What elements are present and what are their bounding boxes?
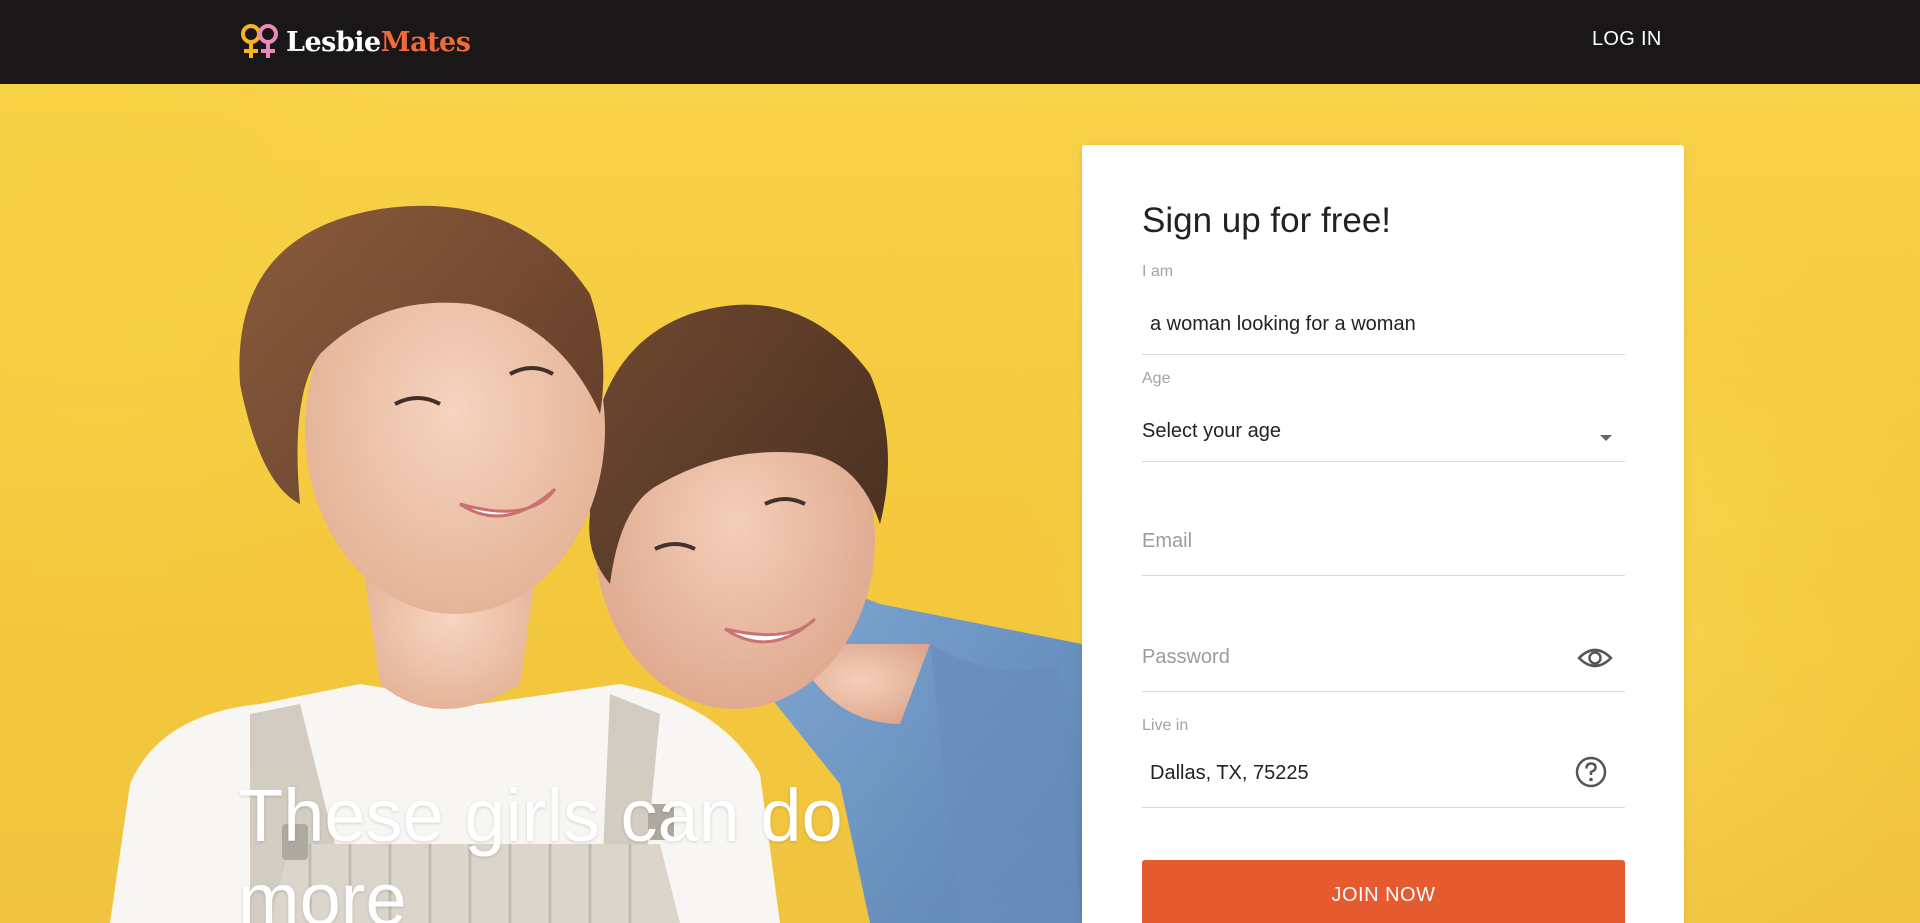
logo-text-mates: Mates <box>380 26 471 58</box>
top-navigation-bar: LesbieMates LOG IN <box>0 0 1920 84</box>
login-link[interactable]: LOG IN <box>1592 28 1662 51</box>
live-in-label: Live in <box>1142 717 1189 734</box>
live-in-value: Dallas, TX, 75225 <box>1150 762 1309 784</box>
age-label: Age <box>1142 370 1171 387</box>
eye-icon[interactable] <box>1577 646 1613 675</box>
email-placeholder: Email <box>1142 530 1193 552</box>
hero-headline: These girls can do more <box>238 774 843 923</box>
password-placeholder: Password <box>1142 646 1230 668</box>
age-value: Select your age <box>1142 420 1281 442</box>
password-field[interactable]: Password <box>1142 596 1625 692</box>
age-select[interactable]: Age Select your age <box>1142 370 1625 462</box>
email-field[interactable]: Email <box>1142 480 1625 576</box>
caret-down-icon <box>1599 429 1613 447</box>
female-symbols-icon <box>238 22 282 62</box>
site-logo[interactable]: LesbieMates <box>238 22 471 62</box>
logo-text: LesbieMates <box>286 26 471 58</box>
join-now-button[interactable]: JOIN NOW <box>1142 860 1625 923</box>
i-am-select[interactable]: I am a woman looking for a woman <box>1142 263 1625 355</box>
logo-text-lesbie: Lesbie <box>286 26 381 58</box>
live-in-field[interactable]: Live in Dallas, TX, 75225 <box>1142 717 1625 808</box>
signup-title: Sign up for free! <box>1142 201 1392 240</box>
i-am-label: I am <box>1142 263 1174 280</box>
question-circle-icon[interactable] <box>1575 756 1607 793</box>
i-am-value: a woman looking for a woman <box>1150 313 1416 335</box>
signup-card: Sign up for free! I am a woman looking f… <box>1082 145 1684 923</box>
